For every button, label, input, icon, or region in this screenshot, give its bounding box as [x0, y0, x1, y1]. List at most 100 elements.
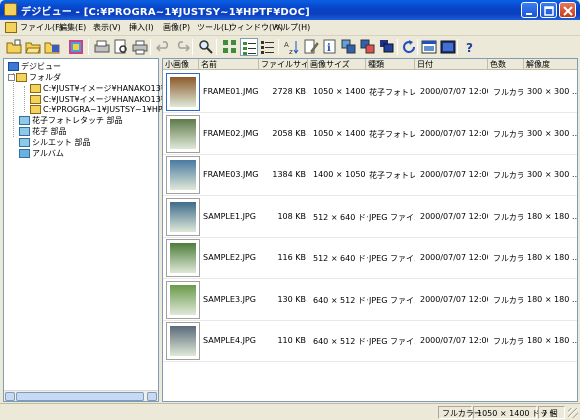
- cell-name: SAMPLE3.JPG: [203, 294, 256, 304]
- find-icon[interactable]: [197, 38, 215, 56]
- tree-item-folder[interactable]: C:¥JUST¥イメージ¥HANAKO13¥新: [30, 83, 174, 94]
- tree-item-photoretouch-parts[interactable]: 花子フォトレタッチ 部品: [19, 115, 123, 126]
- file-list[interactable]: 小画像 名前 ファイルサイズ 画像サイズ 種類 日付 色数 解像度 FRAME0…: [162, 58, 578, 402]
- document-folder-icon[interactable]: [5, 22, 17, 33]
- file-row[interactable]: SAMPLE3.JPG 130 KB 640 × 512 ドットJPEG ファイル 2…: [163, 279, 577, 321]
- maximize-button[interactable]: [540, 2, 557, 18]
- slideshow-icon[interactable]: [378, 38, 396, 56]
- toolbar-separator: [192, 39, 193, 55]
- tree-horizontal-scrollbar[interactable]: [4, 390, 158, 401]
- column-resolution[interactable]: 解像度: [524, 59, 577, 70]
- move-to-icon[interactable]: [359, 38, 377, 56]
- cell-type: JPEG ファイル: [369, 337, 415, 346]
- window-icon[interactable]: [420, 38, 438, 56]
- column-date[interactable]: 日付: [415, 59, 488, 70]
- file-row[interactable]: SAMPLE1.JPG 108 KB 512 × 640 ドットJPEG ファイル 2…: [163, 196, 578, 238]
- title-bar: デジビュー - [C:¥PROGRA~1¥JUSTSY~1¥HPTF¥DOC]: [0, 0, 580, 20]
- thumbnail-image[interactable]: [166, 239, 200, 277]
- large-icons-icon[interactable]: [221, 38, 239, 56]
- thumbnail-image[interactable]: [166, 197, 200, 236]
- save-icon[interactable]: [43, 38, 61, 56]
- toolbar-separator: [417, 39, 418, 55]
- menu-file[interactable]: ファイル(F): [20, 22, 63, 33]
- open-folder-icon[interactable]: [24, 38, 42, 56]
- status-dimensions: 1050 × 1400 ドット: [473, 406, 556, 419]
- print-preview-icon[interactable]: [112, 38, 130, 56]
- folder-open-icon: [16, 73, 27, 82]
- tree-item-silhouette-parts[interactable]: シルエット 部品: [19, 137, 91, 148]
- refresh-icon[interactable]: [400, 38, 418, 56]
- thumbnail-image[interactable]: [166, 322, 200, 360]
- file-row[interactable]: FRAME02.JMG 2058 KB 1050 × 1400 …花子フォトレタ… 2…: [163, 113, 578, 155]
- toolbar-separator: [397, 39, 398, 55]
- info-icon[interactable]: i: [321, 38, 339, 56]
- toolbar-separator: [278, 39, 279, 55]
- tree-item-hanako-parts[interactable]: 花子 部品: [19, 126, 67, 137]
- thumbnail-image[interactable]: [166, 73, 200, 111]
- image-icon[interactable]: [67, 38, 85, 56]
- folder-tree[interactable]: デジビュー フォルダ C:¥JUST¥イメージ¥HANAKO13¥新 C:¥JU…: [3, 58, 174, 402]
- album-icon: [19, 149, 30, 158]
- cell-name: SAMPLE4.JPG: [203, 336, 256, 345]
- fullscreen-icon[interactable]: [439, 38, 457, 56]
- file-row[interactable]: SAMPLE4.JPG 110 KB 640 × 512 ドットJPEG ファイル 2…: [163, 320, 578, 362]
- edit-icon[interactable]: [302, 38, 320, 56]
- tree-item-root[interactable]: デジビュー: [8, 61, 61, 72]
- help-icon[interactable]: ?: [461, 38, 479, 56]
- cell-res: 180 × 180 …: [527, 211, 578, 221]
- cell-res: 180 × 180 …: [527, 336, 578, 345]
- file-row[interactable]: FRAME03.JMG 1384 KB 1400 × 1050 …花子フォトレタ… 2…: [163, 154, 577, 196]
- scroll-right-arrow[interactable]: [147, 392, 157, 401]
- file-row[interactable]: FRAME01.JMG 2728 KB 1050 × 1400 …花子フォトレタ… 2…: [163, 71, 577, 113]
- close-button[interactable]: [559, 2, 576, 18]
- scroll-left-arrow[interactable]: [5, 392, 15, 401]
- collapse-icon[interactable]: [8, 74, 15, 81]
- svg-text:z: z: [289, 48, 293, 55]
- print-icon[interactable]: [131, 38, 149, 56]
- details-icon[interactable]: [240, 38, 258, 56]
- tree-item-album[interactable]: アルバム: [19, 148, 64, 159]
- cell-res: 180 × 180 …: [527, 253, 578, 262]
- column-thumbnail[interactable]: 小画像: [163, 59, 199, 70]
- cell-res: 300 × 300 …: [527, 128, 578, 138]
- list-icon[interactable]: [259, 38, 277, 56]
- copy-to-icon[interactable]: [340, 38, 358, 56]
- thumbnail-image[interactable]: [166, 156, 200, 194]
- scan-icon[interactable]: [93, 38, 111, 56]
- menu-tools[interactable]: ツール(L): [197, 22, 232, 33]
- new-folder-icon[interactable]: [5, 38, 23, 56]
- sort-icon[interactable]: Az: [283, 38, 301, 56]
- undo-icon[interactable]: [155, 38, 173, 56]
- menu-insert[interactable]: 挿入(I): [129, 22, 154, 33]
- redo-icon[interactable]: [173, 38, 191, 56]
- parts-icon: [19, 127, 30, 136]
- parts-icon: [19, 116, 30, 125]
- column-filesize[interactable]: ファイルサイズ: [259, 59, 308, 70]
- resize-grip[interactable]: [568, 408, 578, 418]
- column-type[interactable]: 種類: [366, 59, 415, 70]
- thumbnail-picture: [170, 284, 196, 315]
- thumbnail-image[interactable]: [166, 280, 200, 319]
- file-row[interactable]: SAMPLE2.JPG 116 KB 512 × 640 ドットJPEG ファイル 2…: [163, 237, 578, 279]
- scrollbar-thumb[interactable]: [16, 392, 144, 401]
- menu-image[interactable]: 画像(P): [163, 22, 190, 33]
- cell-name: SAMPLE1.JPG: [203, 211, 256, 221]
- minimize-button[interactable]: [521, 2, 538, 18]
- thumbnail-image[interactable]: [166, 114, 200, 153]
- folder-icon: [30, 95, 41, 104]
- menu-help[interactable]: ヘルプ(H): [274, 22, 310, 33]
- tree-item-folders[interactable]: フォルダ: [8, 72, 61, 83]
- cell-date: 2000/07/07 12:00: [420, 336, 488, 345]
- tree-item-folder[interactable]: C:¥JUST¥イメージ¥HANAKO13¥新: [30, 94, 174, 105]
- cell-colors: フルカラー: [493, 88, 523, 97]
- cell-colors: フルカラー: [493, 295, 523, 305]
- column-imagesize[interactable]: 画像サイズ: [308, 59, 366, 70]
- cell-name: FRAME01.JMG: [203, 87, 259, 96]
- thumbnail-picture: [170, 118, 196, 149]
- cell-dims: 640 × 512 ドット: [313, 295, 368, 305]
- column-name[interactable]: 名前: [199, 59, 259, 70]
- column-colors[interactable]: 色数: [488, 59, 524, 70]
- menu-edit[interactable]: 編集(E): [59, 22, 86, 33]
- cell-size: 130 KB: [277, 294, 306, 304]
- menu-view[interactable]: 表示(V): [93, 22, 121, 33]
